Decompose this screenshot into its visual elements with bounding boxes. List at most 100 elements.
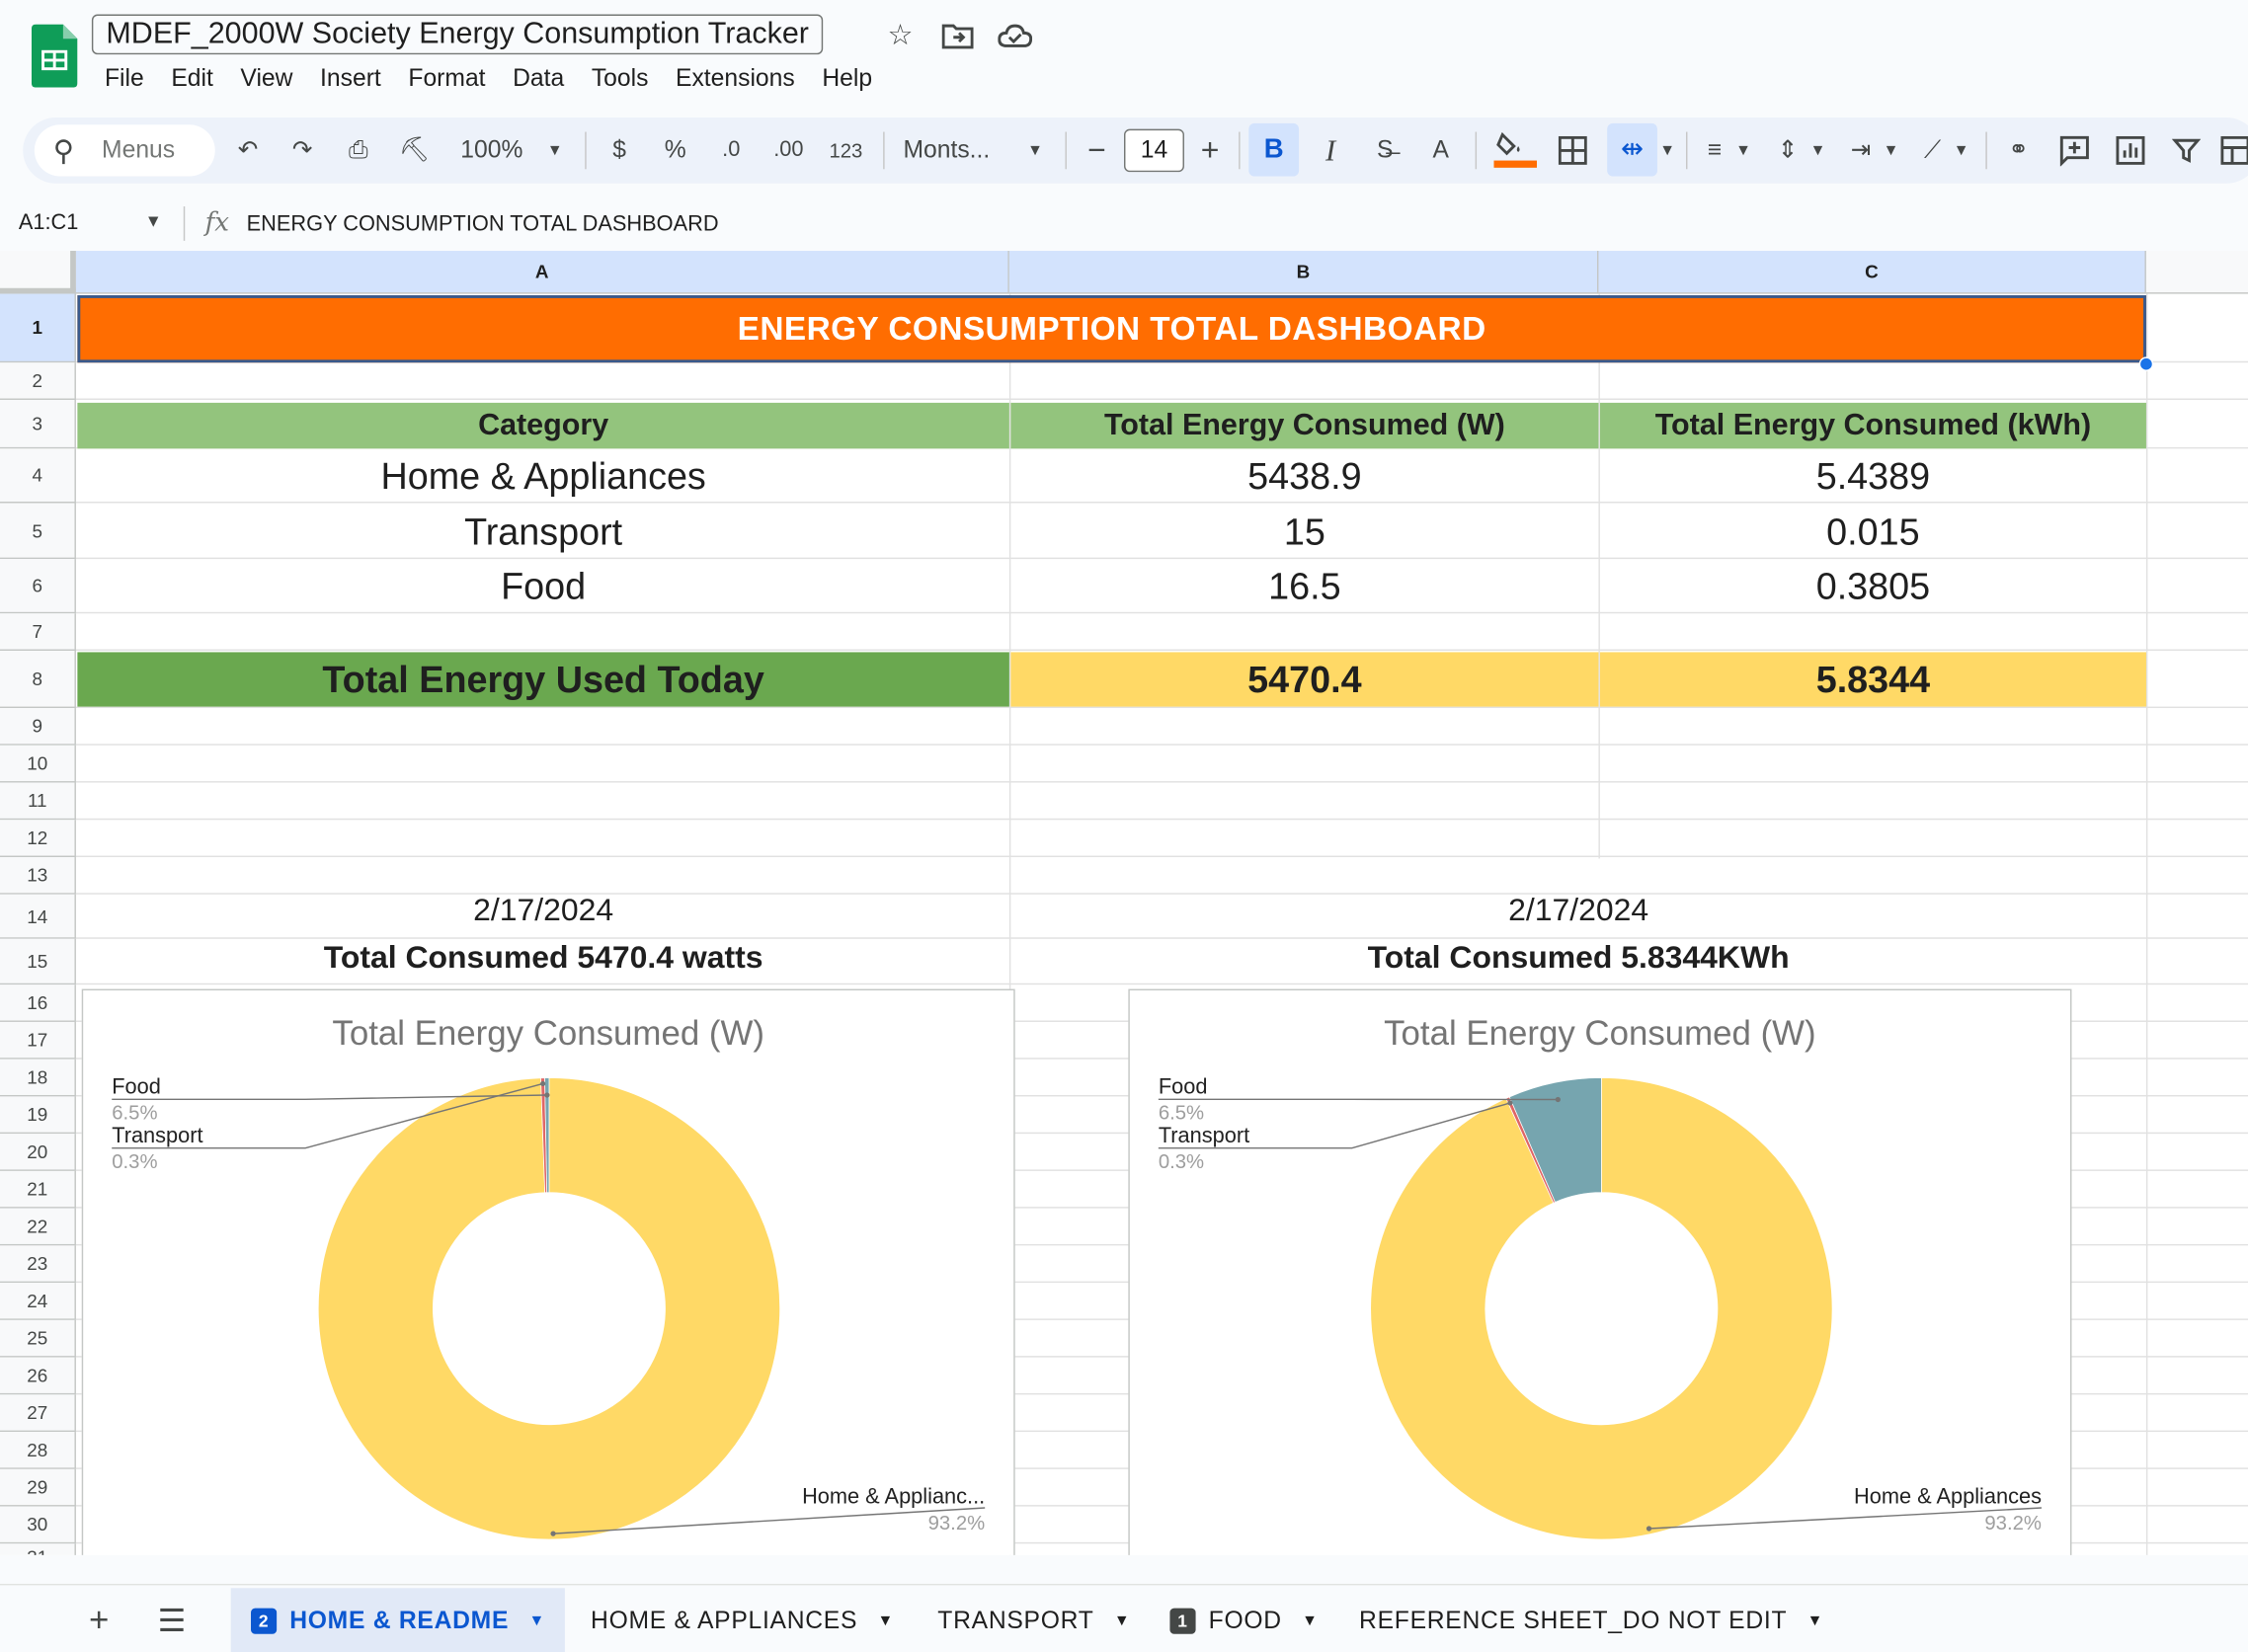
decrease-font-size-button[interactable]: − (1081, 132, 1112, 170)
tab-chevron-down-icon[interactable]: ▼ (1114, 1612, 1131, 1628)
sheet-tab-home-appliances[interactable]: HOME & APPLIANCES ▼ (591, 1588, 894, 1652)
text-wrapping-icon[interactable]: ⇥ (1845, 132, 1877, 170)
paint-format-icon[interactable]: ⛏ (397, 132, 432, 170)
star-icon[interactable]: ☆ (885, 20, 917, 51)
menu-help[interactable]: Help (822, 63, 872, 95)
row-header[interactable]: 11 (0, 782, 76, 821)
row-header[interactable]: 6 (0, 559, 76, 614)
row-header[interactable]: 25 (0, 1319, 76, 1358)
insert-comment-icon[interactable] (2058, 134, 2090, 167)
sheet-tab-home-readme[interactable]: 2 HOME & README ▼ (230, 1588, 566, 1652)
increase-decimal-button[interactable]: .00 (767, 132, 811, 170)
bold-button[interactable]: B (1248, 122, 1300, 177)
decrease-decimal-button[interactable]: .0 (711, 132, 752, 170)
menu-file[interactable]: File (105, 63, 144, 95)
font-select[interactable]: Monts... (903, 132, 1004, 170)
cell-kwh-home[interactable]: 5.4389 (1600, 450, 2146, 504)
cloud-status-icon[interactable] (998, 22, 1033, 50)
print-icon[interactable]: ⎙ (341, 132, 375, 170)
menu-edit[interactable]: Edit (171, 63, 213, 95)
row-header[interactable]: 27 (0, 1394, 76, 1433)
name-box[interactable]: A1:C1 (19, 210, 79, 235)
sheet-tab-food[interactable]: 1 FOOD ▼ (1169, 1588, 1318, 1652)
sheets-logo-icon[interactable] (31, 24, 78, 88)
row-header[interactable]: 15 (0, 938, 76, 985)
wrap-chevron-down-icon[interactable]: ▼ (1880, 132, 1902, 170)
cell-w-transport[interactable]: 15 (1010, 505, 1598, 559)
tab-chevron-down-icon[interactable]: ▼ (1807, 1612, 1824, 1628)
row-header[interactable]: 9 (0, 708, 76, 746)
currency-format-button[interactable]: $ (603, 132, 635, 170)
header-category[interactable]: Category (77, 402, 1009, 449)
row-header[interactable]: 29 (0, 1468, 76, 1507)
right-total-consumed[interactable]: Total Consumed 5.8344KWh (1010, 934, 2146, 980)
row-header[interactable]: 23 (0, 1245, 76, 1284)
tab-chevron-down-icon[interactable]: ▼ (528, 1612, 545, 1628)
text-color-button[interactable]: A (1425, 132, 1457, 170)
cell-category-home[interactable]: Home & Appliances (77, 450, 1008, 504)
spreadsheet-grid[interactable]: A B C 1 2 3 4 5 6 7 8 9 10 11 12 13 14 15 16 17 18 19 20 21 2… (0, 251, 2248, 1555)
menu-data[interactable]: Data (513, 63, 564, 95)
row-header[interactable]: 4 (0, 448, 76, 504)
name-box-chevron-down-icon[interactable]: ▼ (145, 210, 162, 230)
redo-icon[interactable]: ↷ (285, 132, 320, 170)
cell-w-food[interactable]: 16.5 (1010, 561, 1598, 614)
strikethrough-icon[interactable]: S̶ (1369, 132, 1401, 170)
insert-link-icon[interactable]: ⚭ (2001, 132, 2036, 170)
align-chevron-down-icon[interactable]: ▼ (1731, 132, 1754, 170)
header-energy-w[interactable]: Total Energy Consumed (W) (1010, 402, 1599, 449)
row-header[interactable]: 18 (0, 1059, 76, 1097)
row-header[interactable]: 24 (0, 1283, 76, 1320)
dashboard-banner[interactable]: ENERGY CONSUMPTION TOTAL DASHBOARD (77, 295, 2146, 363)
column-header-b[interactable]: B (1008, 251, 1599, 294)
row-header[interactable]: 19 (0, 1096, 76, 1135)
selection-fill-handle[interactable] (2138, 356, 2154, 371)
row-header[interactable]: 28 (0, 1432, 76, 1469)
row-header[interactable]: 31 (0, 1543, 76, 1555)
merge-chevron-down-icon[interactable]: ▼ (1656, 132, 1679, 170)
menu-extensions[interactable]: Extensions (676, 63, 795, 95)
filter-icon[interactable] (2172, 136, 2202, 165)
cell-total-label[interactable]: Total Energy Used Today (77, 652, 1009, 707)
row-header[interactable]: 7 (0, 613, 76, 651)
borders-icon[interactable] (1558, 135, 1587, 165)
menu-format[interactable]: Format (408, 63, 485, 95)
undo-icon[interactable]: ↶ (231, 132, 266, 170)
cell-category-food[interactable]: Food (77, 561, 1008, 614)
donut-chart-kwh[interactable]: Total Energy Consumed (W) Home & Applian… (1128, 988, 2072, 1555)
cell-kwh-food[interactable]: 0.3805 (1600, 561, 2146, 614)
more-formats-button[interactable]: 123 (826, 132, 866, 170)
select-all-corner[interactable] (0, 251, 76, 294)
column-header-d[interactable] (2145, 251, 2248, 294)
text-rotation-icon[interactable]: ⟋ (1917, 132, 1949, 170)
horizontal-align-icon[interactable]: ≡ (1699, 132, 1730, 170)
search-menus-input[interactable]: ⚲ Menus (34, 124, 215, 177)
row-header[interactable]: 10 (0, 745, 76, 783)
vertical-align-icon[interactable]: ⇕ (1772, 132, 1804, 170)
left-date[interactable]: 2/17/2024 (77, 887, 1008, 932)
formula-input[interactable]: ENERGY CONSUMPTION TOTAL DASHBOARD (247, 212, 719, 237)
row-header[interactable]: 16 (0, 984, 76, 1022)
menu-view[interactable]: View (240, 63, 292, 95)
valign-chevron-down-icon[interactable]: ▼ (1806, 132, 1829, 170)
document-title[interactable]: MDEF_2000W Society Energy Consumption Tr… (91, 14, 824, 55)
row-header[interactable]: 8 (0, 650, 76, 709)
row-header[interactable]: 20 (0, 1134, 76, 1171)
row-header[interactable]: 12 (0, 820, 76, 858)
italic-button[interactable]: I (1315, 132, 1346, 170)
cell-kwh-transport[interactable]: 0.015 (1600, 505, 2146, 559)
font-chevron-down-icon[interactable]: ▼ (1020, 132, 1049, 170)
font-size-input[interactable]: 14 (1123, 128, 1184, 173)
increase-font-size-button[interactable]: + (1194, 132, 1226, 170)
menu-insert[interactable]: Insert (320, 63, 381, 95)
row-header[interactable]: 3 (0, 399, 76, 449)
column-header-c[interactable]: C (1598, 251, 2146, 294)
cell-category-transport[interactable]: Transport (77, 505, 1008, 559)
tab-chevron-down-icon[interactable]: ▼ (1302, 1612, 1319, 1628)
row-header[interactable]: 21 (0, 1170, 76, 1209)
row-header[interactable]: 2 (0, 362, 76, 400)
percent-format-button[interactable]: % (660, 132, 691, 170)
left-total-consumed[interactable]: Total Consumed 5470.4 watts (77, 934, 1008, 980)
row-header[interactable]: 17 (0, 1021, 76, 1060)
column-header-a[interactable]: A (75, 251, 1009, 294)
